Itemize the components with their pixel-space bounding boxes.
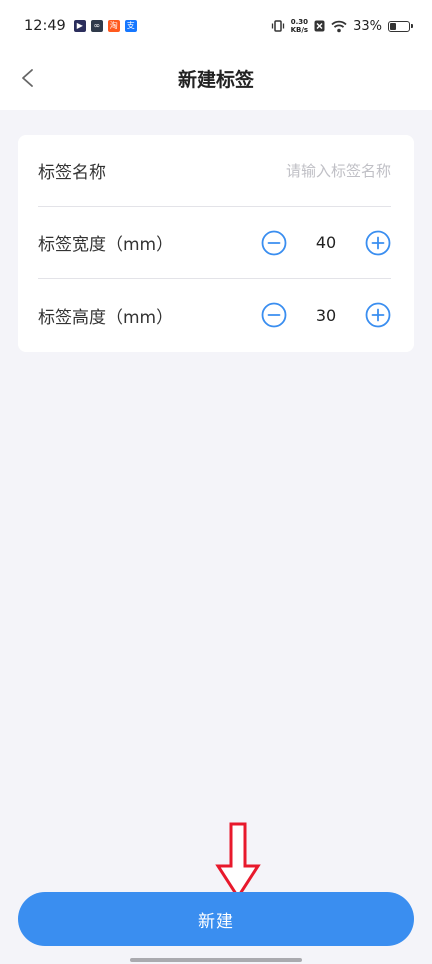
video-app-icon: ▶ — [73, 20, 86, 32]
label-name-input[interactable] — [231, 161, 391, 180]
width-increment-button[interactable] — [365, 230, 391, 256]
battery-fill — [390, 22, 396, 30]
network-speed: 0.30 KB/s — [291, 18, 308, 34]
net-speed-unit: KB/s — [290, 26, 309, 34]
plus-circle-icon — [365, 302, 391, 328]
vibrate-icon — [271, 20, 284, 32]
down-arrow-annotation-icon — [215, 822, 261, 900]
width-value: 40 — [315, 233, 337, 252]
width-decrement-button[interactable] — [261, 230, 287, 256]
chevron-left-icon — [22, 69, 33, 87]
height-value: 30 — [315, 305, 337, 325]
minus-circle-icon — [261, 302, 287, 328]
height-stepper: 30 — [261, 302, 391, 328]
battery-icon — [388, 20, 413, 32]
no-sim-icon — [314, 20, 325, 32]
width-row: 标签宽度（mm） 40 — [38, 207, 391, 279]
status-right-group: 0.30 KB/s 33% — [271, 18, 413, 34]
top-header: 12:49 ▶ ∞ 淘 支 0.30 KB/s 33% 新建标签 — [0, 0, 432, 110]
home-indicator[interactable] — [130, 958, 302, 962]
name-label: 标签名称 — [38, 163, 106, 183]
create-button[interactable]: 新建 — [18, 892, 414, 946]
height-row: 标签高度（mm） 30 — [38, 279, 391, 351]
height-increment-button[interactable] — [365, 302, 391, 328]
status-time: 12:49 — [24, 18, 66, 34]
height-label: 标签高度（mm） — [38, 307, 174, 328]
wifi-icon — [331, 20, 347, 32]
width-label: 标签宽度（mm） — [38, 235, 174, 255]
height-decrement-button[interactable] — [261, 302, 287, 328]
loop-app-icon: ∞ — [90, 20, 103, 32]
width-stepper: 40 — [261, 230, 391, 256]
minus-circle-icon — [261, 230, 287, 255]
plus-circle-icon — [365, 230, 391, 255]
battery-percent: 33% — [353, 18, 382, 34]
net-speed-value: 0.30 — [290, 18, 308, 26]
name-row: 标签名称 — [38, 135, 391, 207]
label-form-card: 标签名称 标签宽度（mm） 40 标签高度（mm） — [18, 135, 414, 352]
alipay-app-icon: 支 — [124, 20, 137, 32]
taobao-app-icon: 淘 — [107, 20, 120, 32]
nav-bar: 新建标签 — [0, 52, 432, 104]
status-bar: 12:49 ▶ ∞ 淘 支 0.30 KB/s 33% — [0, 0, 432, 52]
page-title: 新建标签 — [177, 68, 254, 91]
back-button[interactable] — [12, 62, 44, 94]
